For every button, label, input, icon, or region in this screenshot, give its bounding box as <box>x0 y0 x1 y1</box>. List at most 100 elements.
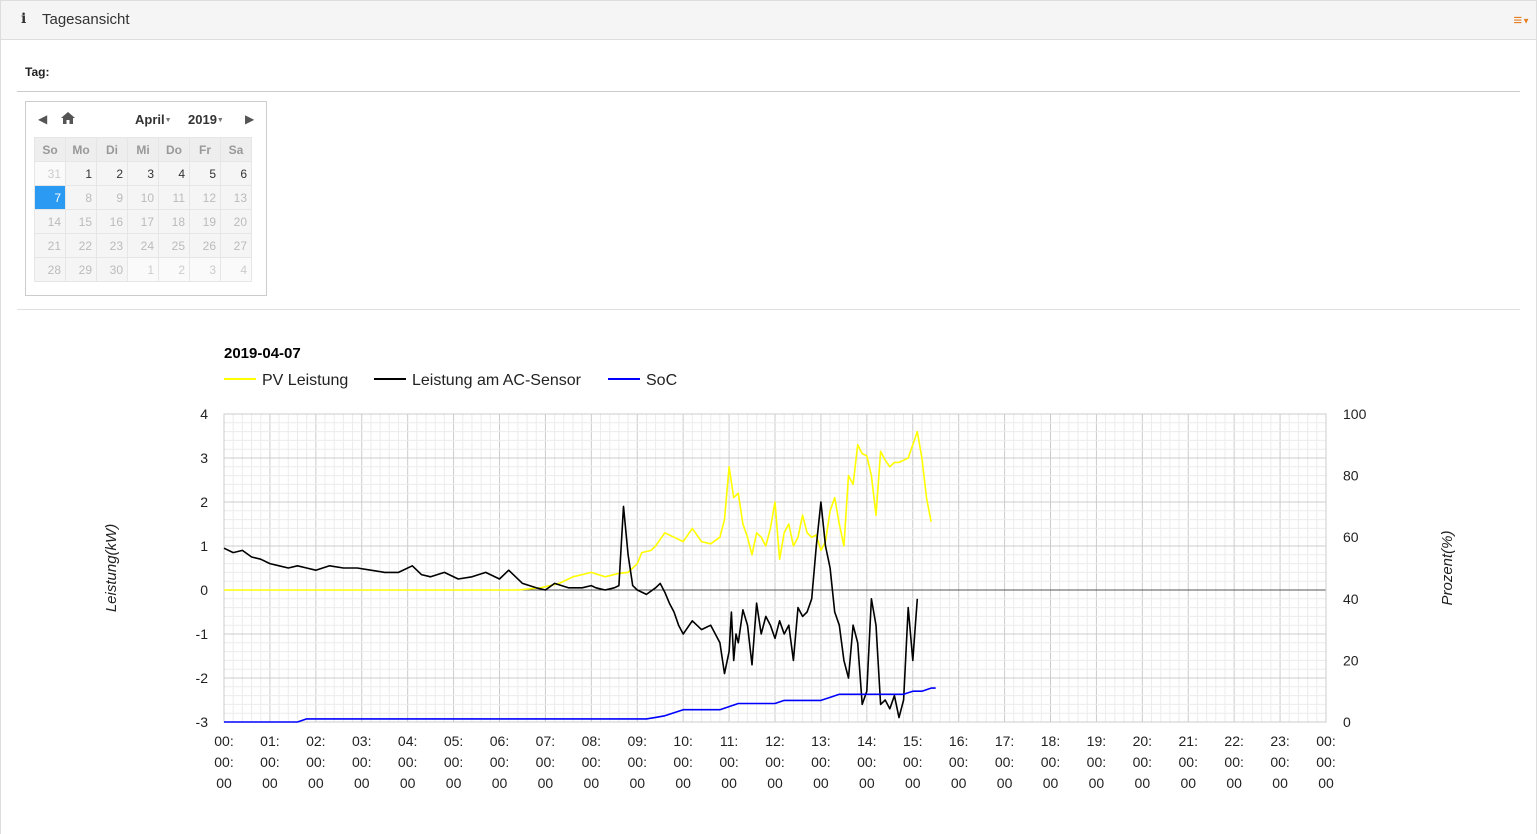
calendar-grid: So Mo Di Mi Do Fr Sa 31 1 2 3 4 5 6 7 8 … <box>34 137 252 282</box>
panel-heading: i Tagesansicht ≡▼ <box>1 1 1536 40</box>
calendar-week: 21 22 23 24 25 26 27 <box>34 233 252 258</box>
y-tick-left: -1 <box>196 626 209 642</box>
calendar-day: 25 <box>158 233 190 258</box>
hamburger-menu-icon[interactable]: ≡▼ <box>1513 12 1530 29</box>
datepicker: ◀ April▼ 2019▼ ▶ So Mo Di Mi Do Fr Sa 31… <box>25 101 267 296</box>
divider <box>17 309 1520 310</box>
x-tick-label: 09: 00: 00 <box>628 733 647 791</box>
x-tick-label: 23: 00: 00 <box>1270 733 1289 791</box>
calendar-day: 12 <box>189 185 221 210</box>
calendar-day: 17 <box>127 209 159 234</box>
calendar-day[interactable]: 31 <box>34 161 66 186</box>
info-icon: i <box>21 11 27 27</box>
calendar-day[interactable]: 2 <box>96 161 128 186</box>
prev-month-icon[interactable]: ◀ <box>38 112 47 126</box>
y-tick-left: -2 <box>196 670 209 686</box>
calendar-day: 14 <box>34 209 66 234</box>
month-select[interactable]: April▼ <box>135 112 172 127</box>
panel-title: Tagesansicht <box>42 11 130 28</box>
legend-entry: PV Leistung <box>262 372 348 389</box>
calendar-day: 19 <box>189 209 221 234</box>
x-tick-label: 13: 00: 00 <box>811 733 830 791</box>
x-tick-label: 15: 00: 00 <box>903 733 922 791</box>
y-tick-right: 20 <box>1343 652 1359 668</box>
calendar-day: 23 <box>96 233 128 258</box>
x-tick-label: 19: 00: 00 <box>1087 733 1106 791</box>
x-tick-label: 03: 00: 00 <box>352 733 371 791</box>
calendar-day: 16 <box>96 209 128 234</box>
y-tick-right: 100 <box>1343 406 1367 422</box>
calendar-day: 8 <box>65 185 97 210</box>
calendar-day: 27 <box>220 233 252 258</box>
calendar-day[interactable]: 4 <box>158 161 190 186</box>
y-axis-title-left: Leistung(kW) <box>103 524 120 612</box>
weekday-label: So <box>34 137 66 162</box>
x-tick-label: 02: 00: 00 <box>306 733 325 791</box>
calendar-day: 15 <box>65 209 97 234</box>
x-tick-label: 16: 00: 00 <box>949 733 968 791</box>
calendar-day: 9 <box>96 185 128 210</box>
y-tick-left: 1 <box>200 538 208 554</box>
calendar-day[interactable]: 5 <box>189 161 221 186</box>
chevron-down-icon: ▼ <box>164 117 172 125</box>
y-tick-left: 2 <box>200 494 208 510</box>
x-tick-label: 04: 00: 00 <box>398 733 417 791</box>
weekday-label: Di <box>96 137 128 162</box>
calendar-day: 13 <box>220 185 252 210</box>
x-tick-label: 14: 00: 00 <box>857 733 876 791</box>
y-tick-right: 60 <box>1343 529 1359 545</box>
calendar-day: 30 <box>96 257 128 282</box>
x-tick-label: 05: 00: 00 <box>444 733 463 791</box>
x-tick-label: 08: 00: 00 <box>582 733 601 791</box>
calendar-day: 29 <box>65 257 97 282</box>
calendar-day: 4 <box>220 257 252 282</box>
x-tick-label: 00: 00: 00 <box>214 733 233 791</box>
day-label: Tag: <box>25 65 50 79</box>
y-tick-left: 3 <box>200 450 208 466</box>
calendar-day[interactable]: 3 <box>127 161 159 186</box>
calendar-day: 20 <box>220 209 252 234</box>
year-value: 2019 <box>188 112 217 127</box>
x-tick-label: 22: 00: 00 <box>1224 733 1243 791</box>
year-select[interactable]: 2019▼ <box>188 112 224 127</box>
calendar-day: 11 <box>158 185 190 210</box>
calendar-day: 24 <box>127 233 159 258</box>
calendar-day: 26 <box>189 233 221 258</box>
x-tick-label: 11: 00: 00 <box>719 733 738 791</box>
home-icon[interactable] <box>60 110 76 126</box>
calendar-day-selected[interactable]: 7 <box>34 185 66 210</box>
x-tick-label: 18: 00: 00 <box>1041 733 1060 791</box>
y-tick-left: -3 <box>196 714 209 730</box>
divider <box>17 91 1520 92</box>
y-tick-right: 80 <box>1343 468 1359 484</box>
next-month-icon[interactable]: ▶ <box>245 112 254 126</box>
weekday-header: So Mo Di Mi Do Fr Sa <box>34 137 252 162</box>
calendar-day[interactable]: 1 <box>65 161 97 186</box>
calendar-day[interactable]: 6 <box>220 161 252 186</box>
weekday-label: Do <box>158 137 190 162</box>
x-tick-label: 10: 00: 00 <box>673 733 692 791</box>
x-tick-label: 07: 00: 00 <box>536 733 555 791</box>
y-tick-left: 0 <box>200 582 208 598</box>
x-tick-label: 01: 00: 00 <box>260 733 279 791</box>
calendar-week: 28 29 30 1 2 3 4 <box>34 257 252 282</box>
x-tick-label: 21: 00: 00 <box>1179 733 1198 791</box>
calendar-day: 18 <box>158 209 190 234</box>
y-axis-title-right: Prozent(%) <box>1439 530 1456 605</box>
x-tick-label: 12: 00: 00 <box>765 733 784 791</box>
y-tick-left: 4 <box>200 406 208 422</box>
y-tick-right: 0 <box>1343 714 1351 730</box>
x-tick-label: 20: 00: 00 <box>1133 733 1152 791</box>
calendar-day: 21 <box>34 233 66 258</box>
legend-entry: Leistung am AC-Sensor <box>412 372 582 389</box>
calendar-week: 7 8 9 10 11 12 13 <box>34 185 252 210</box>
month-value: April <box>135 112 165 127</box>
calendar-day: 3 <box>189 257 221 282</box>
calendar-day: 10 <box>127 185 159 210</box>
calendar-day: 22 <box>65 233 97 258</box>
weekday-label: Mo <box>65 137 97 162</box>
chart-title: 2019-04-07 <box>224 345 301 362</box>
calendar-day: 2 <box>158 257 190 282</box>
x-tick-label: 17: 00: 00 <box>995 733 1014 791</box>
weekday-label: Fr <box>189 137 221 162</box>
